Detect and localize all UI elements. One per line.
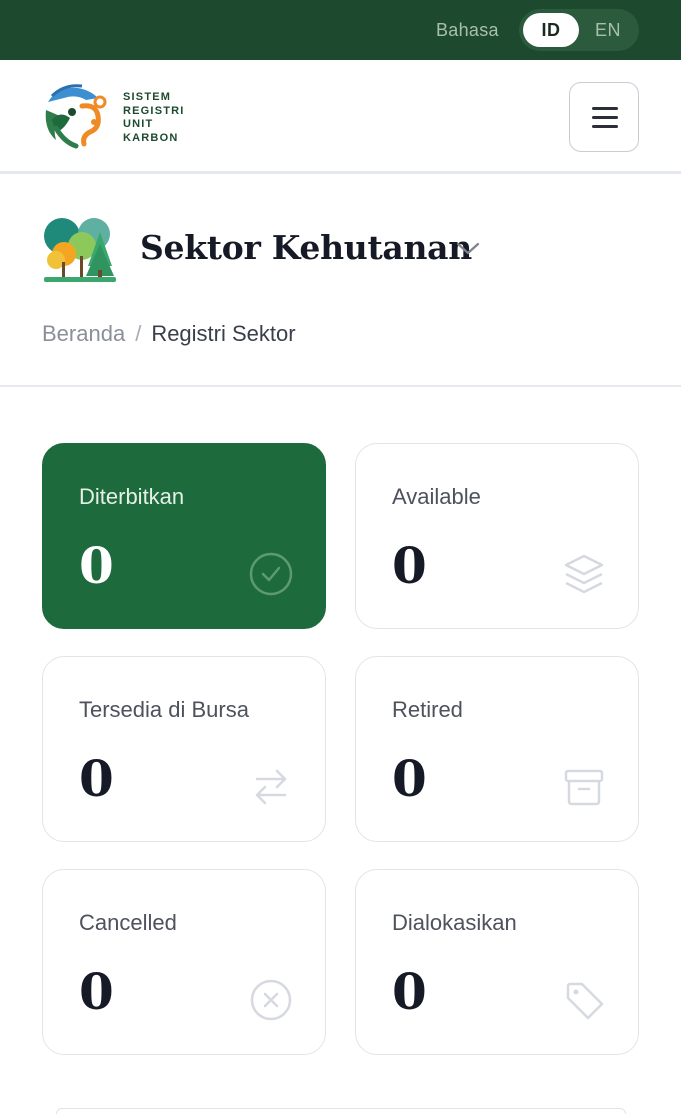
stat-value: 0 [79,536,114,595]
stat-card-tersedia-di-bursa[interactable]: Tersedia di Bursa 0 [42,656,326,842]
stat-card-diterbitkan[interactable]: Diterbitkan 0 [42,443,326,629]
tag-icon [566,982,604,1020]
stat-label: Available [392,484,481,509]
language-option-id[interactable]: ID [523,13,579,47]
top-bar: Bahasa ID EN [0,0,681,60]
stat-value: 0 [392,962,427,1021]
forest-trees-icon [44,218,116,282]
site-header: SISTEM REGISTRI UNIT KARBON [0,60,681,174]
section-divider [0,385,681,387]
stat-label: Diterbitkan [79,484,185,509]
sector-title[interactable]: Sektor Kehutanan [140,228,472,267]
logo-line-4: KARBON [123,131,179,144]
language-toggle[interactable]: ID EN [519,9,639,51]
stat-value: 0 [79,749,114,808]
language-label: Bahasa [436,20,499,40]
stat-card-retired[interactable]: Retired 0 [355,656,639,842]
logo-wordmark: SISTEM REGISTRI UNIT KARBON [123,91,185,145]
stat-label: Tersedia di Bursa [79,697,249,722]
breadcrumb-current: Registri Sektor [151,321,296,346]
stat-value: 0 [79,962,114,1021]
breadcrumb: Beranda / Registri Sektor [42,321,296,347]
hamburger-icon [592,107,618,110]
logo-line-3: UNIT [123,118,154,130]
menu-button[interactable] [569,82,639,152]
stat-label: Dialokasikan [392,910,517,935]
stat-value: 0 [392,536,427,595]
hamburger-icon-line-3 [592,125,618,128]
layers-icon [564,554,604,594]
x-circle-icon [250,979,292,1021]
stat-label: Retired [392,697,463,722]
chevron-down-icon[interactable] [455,238,481,258]
logo-line-1: SISTEM [123,91,172,103]
stat-card-available[interactable]: Available 0 [355,443,639,629]
check-circle-icon [249,552,293,596]
stat-label: Cancelled [79,910,177,935]
logo-line-2: REGISTRI [123,104,185,117]
swap-arrows-icon [255,769,287,805]
breadcrumb-home-link[interactable]: Beranda [42,321,125,346]
hamburger-icon-line-2 [592,116,618,119]
breadcrumb-separator: / [135,321,142,346]
stat-value: 0 [392,749,427,808]
stat-card-cancelled[interactable]: Cancelled 0 [42,869,326,1055]
stat-card-dialokasikan[interactable]: Dialokasikan 0 [355,869,639,1055]
language-option-en[interactable]: EN [580,13,636,47]
srn-logo-icon[interactable] [42,80,110,152]
archive-box-icon [564,769,604,806]
next-card-partial [56,1108,626,1114]
